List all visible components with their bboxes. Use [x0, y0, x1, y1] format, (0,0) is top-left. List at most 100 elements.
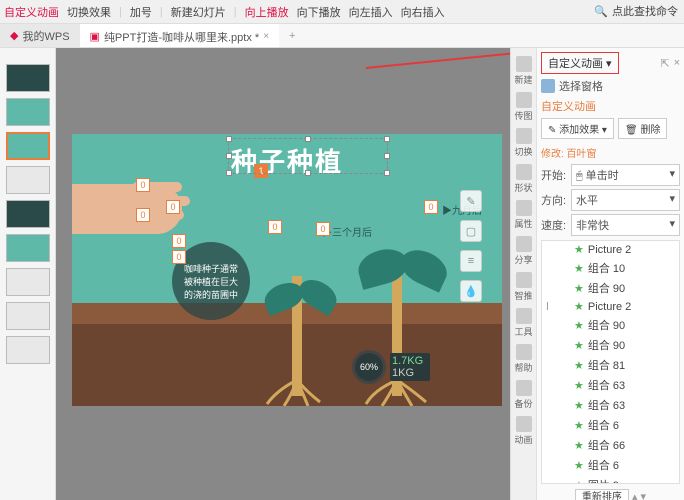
anim-item[interactable]: ǀ★Picture 2: [542, 298, 679, 315]
rb-up[interactable]: 向上播放: [245, 4, 289, 20]
panel-title[interactable]: 自定义动画 ▾: [541, 52, 619, 74]
anim-badge[interactable]: 0: [166, 200, 180, 214]
panel-opts-icon[interactable]: ⇱: [660, 57, 669, 70]
anim-item[interactable]: ★组合 90: [542, 278, 679, 298]
rb-trans[interactable]: 切换效果: [67, 4, 111, 20]
modify-label: 修改: 百叶窗: [541, 145, 680, 160]
star-icon: ★: [574, 419, 584, 432]
tool-column: 新建传图切换形状属性分享智推工具帮助备份动画: [511, 48, 537, 500]
thumb[interactable]: [6, 302, 50, 330]
tool-share[interactable]: 分享: [513, 236, 535, 270]
image-icon[interactable]: ▢: [460, 220, 482, 242]
thumb[interactable]: [6, 336, 50, 364]
tool-new[interactable]: 新建: [513, 56, 535, 90]
anim-item[interactable]: ★组合 90: [542, 315, 679, 335]
slide-editor[interactable]: 种子种植 咖啡种子通常被种植在巨大的浇的苗圃中 ▶九月后 ▶三个月后 ✎: [72, 134, 502, 406]
layers-icon[interactable]: ≡: [460, 250, 482, 272]
thumb[interactable]: [6, 166, 50, 194]
rb-down[interactable]: 向下播放: [297, 4, 341, 20]
dir-select[interactable]: 水平▾: [571, 189, 680, 211]
search-box[interactable]: 🔍 点此查找命令: [594, 3, 678, 19]
slide-thumbnails: [0, 48, 56, 500]
close-icon[interactable]: ×: [263, 31, 269, 42]
thumb[interactable]: [6, 234, 50, 262]
speed-label: 速度:: [541, 217, 571, 233]
tool-icon: [516, 308, 532, 324]
delete-button[interactable]: 🗑 删除: [618, 118, 667, 139]
star-icon: ★: [574, 459, 584, 472]
anim-item[interactable]: ★组合 63: [542, 395, 679, 415]
start-label: 开始:: [541, 167, 571, 183]
thumb[interactable]: [6, 200, 50, 228]
star-icon: ★: [574, 379, 584, 392]
anim-badge[interactable]: 0: [172, 234, 186, 248]
anim-item[interactable]: ★图片 9: [542, 475, 679, 484]
thumb[interactable]: [6, 64, 50, 92]
selection-box[interactable]: [228, 138, 388, 174]
anim-badge[interactable]: 0: [316, 222, 330, 236]
select-pane-link[interactable]: 选择窗格: [541, 78, 680, 94]
anim-item[interactable]: ★组合 81: [542, 355, 679, 375]
thumb[interactable]: [6, 268, 50, 296]
gauge-pct: 60%: [352, 350, 386, 384]
anim-item[interactable]: ★组合 66: [542, 435, 679, 455]
anim-badge[interactable]: 0: [268, 220, 282, 234]
edit-icon[interactable]: ✎: [460, 190, 482, 212]
tool-anim[interactable]: 动画: [513, 416, 535, 450]
tool-trans[interactable]: 切换: [513, 128, 535, 162]
search-hint: 点此查找命令: [612, 3, 678, 19]
tool-tool[interactable]: 工具: [513, 308, 535, 342]
panel-close-icon[interactable]: ×: [674, 57, 680, 69]
anim-badge[interactable]: 0: [136, 208, 150, 222]
speed-select[interactable]: 非常快▾: [571, 214, 680, 236]
animation-list[interactable]: ★Picture 2★组合 10★组合 90ǀ★Picture 2★组合 90★…: [541, 240, 680, 484]
reorder-button[interactable]: 重新排序: [575, 489, 629, 500]
rb-add[interactable]: 加号: [130, 4, 152, 20]
share-icon: [516, 236, 532, 252]
star-icon: ★: [574, 243, 584, 256]
section-title: 自定义动画: [541, 98, 680, 114]
start-select[interactable]: 🖱 单击时▾: [571, 164, 680, 186]
tool-backup[interactable]: 备份: [513, 380, 535, 414]
star-icon: ★: [574, 262, 584, 275]
add-effect-button[interactable]: ✎ 添加效果 ▾: [541, 118, 614, 139]
tool-prop[interactable]: 属性: [513, 200, 535, 234]
animation-panel: 自定义动画 ▾ ⇱ × 选择窗格 自定义动画 ✎ 添加效果 ▾ 🗑 删除 修改:…: [537, 48, 684, 500]
anim-badge[interactable]: 0: [424, 200, 438, 214]
rb-left[interactable]: 向左插入: [349, 4, 393, 20]
canvas[interactable]: 种子种植 咖啡种子通常被种植在巨大的浇的苗圃中 ▶九月后 ▶三个月后 ✎: [56, 48, 510, 500]
star-icon: ★: [574, 359, 584, 372]
tab-add[interactable]: +: [279, 24, 305, 47]
star-icon: ★: [574, 479, 584, 485]
anim-badge[interactable]: 0: [136, 178, 150, 192]
thumb-selected[interactable]: [6, 132, 50, 160]
thumb[interactable]: [6, 98, 50, 126]
tool-smart[interactable]: 智推: [513, 272, 535, 306]
tool-shape[interactable]: 形状: [513, 164, 535, 198]
tool-tpl[interactable]: 传图: [513, 92, 535, 126]
star-icon: ★: [574, 300, 584, 313]
anim-item[interactable]: ★Picture 2: [542, 241, 679, 258]
anim-item[interactable]: ★组合 6: [542, 455, 679, 475]
anim-item[interactable]: ★组合 90: [542, 335, 679, 355]
smart-icon: [516, 272, 532, 288]
anim-badge[interactable]: 0: [172, 250, 186, 264]
dir-label: 方向:: [541, 192, 571, 208]
anim-item[interactable]: ★组合 10: [542, 258, 679, 278]
tool-help[interactable]: 帮助: [513, 344, 535, 378]
side-panel: 新建传图切换形状属性分享智推工具帮助备份动画 自定义动画 ▾ ⇱ × 选择窗格 …: [510, 48, 684, 500]
trans-icon: [516, 128, 532, 144]
plant-1[interactable]: [292, 276, 302, 406]
rb-right[interactable]: 向右插入: [401, 4, 445, 20]
gauge-readout: 1.7KG1KG: [390, 353, 430, 381]
tab-file[interactable]: ▣纯PPT打造-咖啡从哪里来.pptx *×: [80, 24, 280, 47]
help-icon: [516, 344, 532, 360]
shape-icon: [516, 164, 532, 180]
rb-new[interactable]: 新建幻灯片: [171, 4, 226, 20]
rb-anim[interactable]: 自定义动画: [4, 4, 59, 20]
tab-home[interactable]: ◆我的WPS: [0, 24, 80, 47]
select-pane-icon: [541, 79, 555, 93]
drop-icon[interactable]: 💧: [460, 280, 482, 302]
anim-item[interactable]: ★组合 6: [542, 415, 679, 435]
anim-item[interactable]: ★组合 63: [542, 375, 679, 395]
